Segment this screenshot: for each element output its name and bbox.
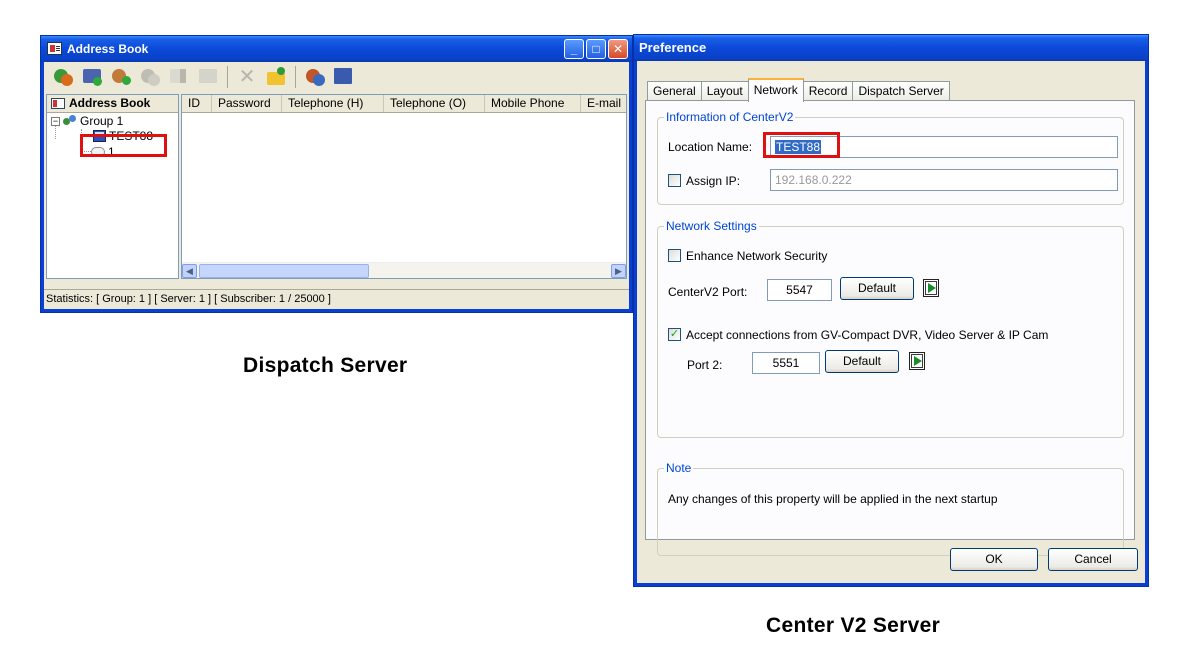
tree-header-label: Address Book xyxy=(69,96,151,110)
group-icon xyxy=(63,115,77,127)
list-header: ID Password Telephone (H) Telephone (O) … xyxy=(182,95,626,113)
column-email[interactable]: E-mail xyxy=(581,95,626,112)
tree-header: Address Book xyxy=(47,95,178,113)
ok-button[interactable]: OK xyxy=(950,548,1038,571)
enhance-security-label: Enhance Network Security xyxy=(686,249,828,263)
status-bar: Statistics: [ Group: 1 ] [ Server: 1 ] [… xyxy=(44,289,629,309)
column-password[interactable]: Password xyxy=(212,95,282,112)
address-book-body: ✕ Address Book − Group 1 TEST88 1 ID Pas… xyxy=(44,62,629,309)
address-book-app-icon xyxy=(47,42,62,55)
open-folder-icon[interactable] xyxy=(263,65,289,89)
scroll-right-arrow-icon[interactable]: ▶ xyxy=(611,264,626,278)
enhance-security-checkbox[interactable] xyxy=(668,249,681,262)
address-book-icon xyxy=(51,98,65,109)
preference-title-bar[interactable]: Preference xyxy=(634,35,1148,61)
note-legend: Note xyxy=(664,461,694,475)
preference-body: General Layout Network Record Dispatch S… xyxy=(637,61,1145,583)
add-subscriber-icon[interactable] xyxy=(108,65,134,89)
column-mobile-phone[interactable]: Mobile Phone xyxy=(485,95,581,112)
play-arrow-icon[interactable] xyxy=(923,279,939,297)
tree-item-group[interactable]: Group 1 xyxy=(63,113,123,129)
tab-layout[interactable]: Layout xyxy=(700,81,749,101)
toolbar-separator xyxy=(227,66,228,88)
tab-network[interactable]: Network xyxy=(747,78,804,102)
port2-input[interactable]: 5551 xyxy=(752,352,820,374)
address-book-toolbar: ✕ xyxy=(44,62,629,92)
default-port-button[interactable]: Default xyxy=(840,277,914,300)
assign-ip-label: Assign IP: xyxy=(686,174,741,188)
location-name-label: Location Name: xyxy=(668,140,753,154)
group-expander[interactable]: − xyxy=(51,117,60,126)
tree-item-subscriber[interactable]: 1 xyxy=(91,144,115,160)
subscriber-disabled-icon[interactable] xyxy=(137,65,163,89)
location-name-input[interactable]: TEST88 xyxy=(770,136,1118,158)
toolbar-separator xyxy=(295,66,296,88)
server-icon xyxy=(93,130,106,142)
tab-dispatch-server[interactable]: Dispatch Server xyxy=(852,81,950,101)
center-v2-server-caption: Center V2 Server xyxy=(766,614,941,637)
address-book-tree[interactable]: Address Book − Group 1 TEST88 1 xyxy=(46,94,179,279)
default-port2-button[interactable]: Default xyxy=(825,350,899,373)
tree-line xyxy=(81,151,91,152)
centerv2-port-label: CenterV2 Port: xyxy=(668,285,748,299)
assign-ip-input[interactable]: 192.168.0.222 xyxy=(770,169,1118,191)
group-label: Group 1 xyxy=(80,114,124,128)
connect-users-icon[interactable] xyxy=(302,65,328,89)
tab-record[interactable]: Record xyxy=(802,81,854,101)
address-book-title: Address Book xyxy=(67,42,149,56)
accept-connections-label: Accept connections from GV-Compact DVR, … xyxy=(686,328,1049,342)
address-book-window: Address Book _ □ ✕ ✕ Address Book − Grou… xyxy=(40,35,633,313)
info-group-legend: Information of CenterV2 xyxy=(664,110,796,124)
note-group: Note Any changes of this property will b… xyxy=(657,461,1124,556)
scroll-left-arrow-icon[interactable]: ◀ xyxy=(182,264,197,278)
tree-line xyxy=(81,129,82,151)
preference-title: Preference xyxy=(639,40,707,55)
network-settings-legend: Network Settings xyxy=(664,219,759,233)
add-group-icon[interactable] xyxy=(50,65,76,89)
monitor-icon[interactable] xyxy=(331,65,357,89)
assign-ip-checkbox[interactable] xyxy=(668,174,681,187)
address-book-title-bar[interactable]: Address Book _ □ ✕ xyxy=(41,36,632,62)
dispatch-server-caption: Dispatch Server xyxy=(243,354,408,377)
centerv2-port-input[interactable]: 5547 xyxy=(767,279,832,301)
maximize-button[interactable]: □ xyxy=(586,39,606,59)
minimize-button[interactable]: _ xyxy=(564,39,584,59)
add-server-icon[interactable] xyxy=(79,65,105,89)
column-id[interactable]: ID xyxy=(182,95,212,112)
column-telephone-h[interactable]: Telephone (H) xyxy=(282,95,384,112)
horizontal-scrollbar[interactable]: ◀ ▶ xyxy=(182,262,626,278)
column-telephone-o[interactable]: Telephone (O) xyxy=(384,95,485,112)
scroll-thumb[interactable] xyxy=(199,264,369,278)
tree-line xyxy=(81,135,91,136)
server-label: TEST88 xyxy=(109,129,154,143)
tab-general[interactable]: General xyxy=(647,81,702,101)
cancel-button[interactable]: Cancel xyxy=(1048,548,1138,571)
delete-icon[interactable]: ✕ xyxy=(234,65,260,89)
close-button[interactable]: ✕ xyxy=(608,39,628,59)
play-arrow-icon[interactable] xyxy=(909,352,925,370)
subscriber-label: 1 xyxy=(108,145,115,159)
network-settings-group: Network Settings Enhance Network Securit… xyxy=(657,219,1124,438)
properties-icon[interactable] xyxy=(195,65,221,89)
port2-label: Port 2: xyxy=(687,358,723,372)
edit-icon[interactable] xyxy=(166,65,192,89)
accept-connections-checkbox[interactable]: ✓ xyxy=(668,328,681,341)
tree-line xyxy=(55,125,56,139)
subscriber-icon xyxy=(91,147,105,157)
network-tab-page: Information of CenterV2 Location Name: T… xyxy=(645,100,1135,556)
tree-item-server[interactable]: TEST88 xyxy=(93,128,153,144)
address-book-list[interactable]: ID Password Telephone (H) Telephone (O) … xyxy=(181,94,627,279)
tab-strip: General Layout Network Record Dispatch S… xyxy=(647,76,950,102)
preference-window: Preference General Layout Network Record… xyxy=(633,34,1149,587)
note-text: Any changes of this property will be app… xyxy=(668,492,998,506)
info-group: Information of CenterV2 Location Name: T… xyxy=(657,110,1124,205)
